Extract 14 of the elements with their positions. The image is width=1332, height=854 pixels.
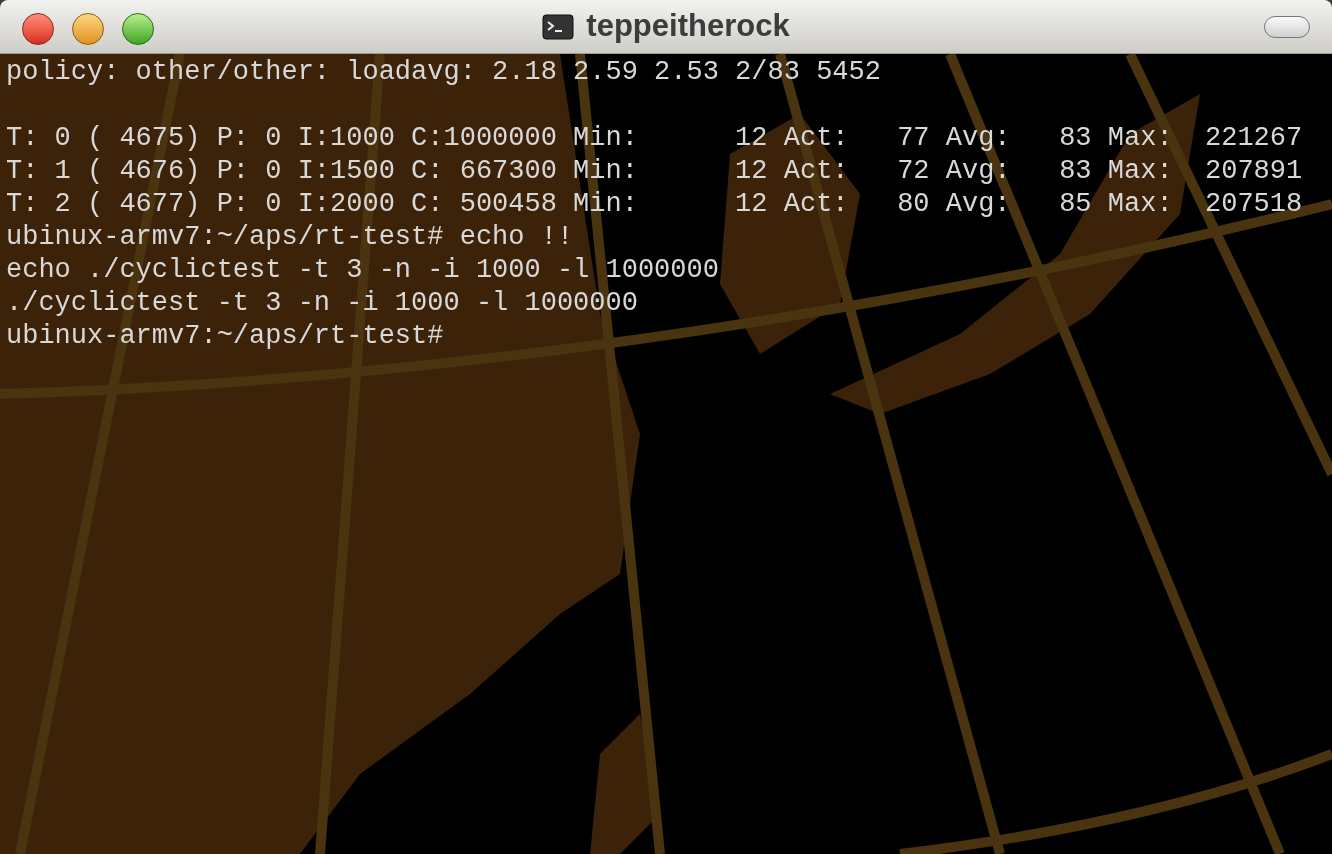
maximize-button[interactable] bbox=[122, 13, 154, 45]
terminal-line: T: 0 ( 4675) P: 0 I:1000 C:1000000 Min: 12 Act: 77 Avg: 83 Max: 221267 bbox=[6, 122, 1303, 155]
terminal-line: T: 1 ( 4676) P: 0 I:1500 C: 667300 Min: 12 Act: 72 Avg: 83 Max: 207891 bbox=[6, 155, 1303, 188]
terminal-line: ubinux-armv7:~/aps/rt-test# echo !! bbox=[6, 221, 574, 254]
close-button[interactable] bbox=[22, 13, 54, 45]
terminal-icon bbox=[542, 13, 575, 40]
terminal-line: ./cyclictest -t 3 -n -i 1000 -l 1000000 bbox=[6, 287, 638, 320]
minimize-button[interactable] bbox=[72, 13, 104, 45]
terminal-line: echo ./cyclictest -t 3 -n -i 1000 -l 1000000 bbox=[6, 254, 719, 287]
window-title: teppeitherock bbox=[586, 7, 790, 46]
toolbar-toggle-button[interactable] bbox=[1264, 16, 1310, 38]
terminal-line: ubinux-armv7:~/aps/rt-test# bbox=[6, 320, 444, 353]
terminal-line: T: 2 ( 4677) P: 0 I:2000 C: 500458 Min: 12 Act: 80 Avg: 85 Max: 207518 bbox=[6, 188, 1303, 221]
terminal-line: policy: other/other: loadavg: 2.18 2.59 2.53 2/83 5452 bbox=[6, 56, 881, 89]
